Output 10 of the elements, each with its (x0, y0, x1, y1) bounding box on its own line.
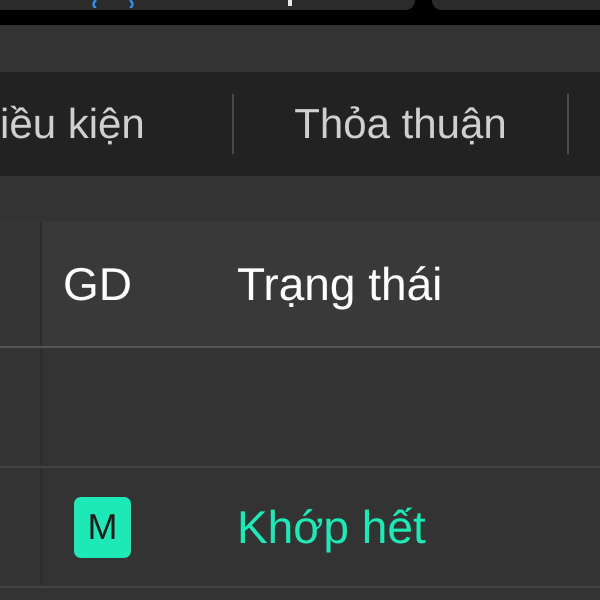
brackets-icon (90, 0, 136, 8)
column-header: GD (63, 261, 132, 307)
status-text: Khớp hết (237, 504, 426, 550)
tab[interactable]: Thỏa thuận (234, 72, 567, 176)
order-type-badge: M (74, 496, 131, 558)
tab[interactable]: iều kiện (0, 72, 232, 176)
column-header: Trạng thái (237, 261, 442, 307)
top-tab[interactable] (432, 0, 600, 10)
mark-icon (288, 0, 292, 6)
top-tab[interactable] (0, 0, 415, 10)
